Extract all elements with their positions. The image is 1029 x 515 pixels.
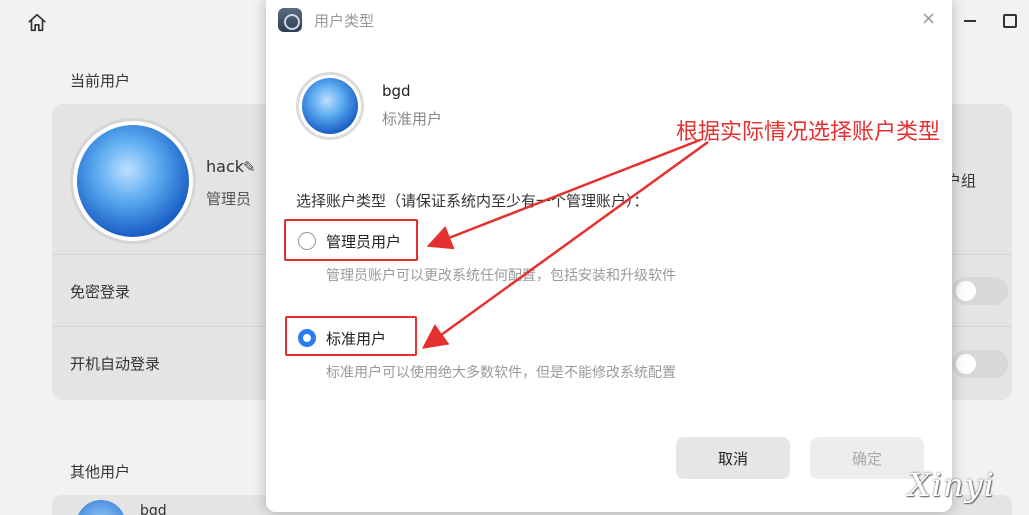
passwordless-login-label: 免密登录 bbox=[70, 283, 131, 301]
watermark: Xinyi bbox=[908, 466, 995, 504]
current-user-name: hack bbox=[206, 157, 245, 176]
current-user-avatar[interactable] bbox=[70, 118, 196, 244]
minimize-icon[interactable] bbox=[964, 20, 976, 22]
admin-user-radio[interactable] bbox=[298, 232, 316, 250]
passwordless-login-toggle[interactable] bbox=[952, 277, 1008, 305]
standard-user-description: 标准用户可以使用绝大多数软件，但是不能修改系统配置 bbox=[326, 365, 676, 381]
confirm-button[interactable]: 确定 bbox=[810, 437, 924, 479]
cancel-button[interactable]: 取消 bbox=[676, 437, 790, 479]
other-user-name: bgd bbox=[140, 503, 167, 515]
dialog-user-avatar bbox=[296, 72, 364, 140]
edit-name-icon[interactable]: ✎ bbox=[243, 158, 256, 176]
close-icon[interactable]: × bbox=[921, 8, 936, 29]
dialog-user-name: bgd bbox=[382, 82, 411, 100]
other-users-section-title: 其他用户 bbox=[70, 463, 131, 481]
admin-user-description: 管理员账户可以更改系统任何配置，包括安装和升级软件 bbox=[326, 268, 676, 284]
current-user-section-title: 当前用户 bbox=[70, 72, 131, 90]
home-icon[interactable] bbox=[26, 12, 48, 34]
dialog-title: 用户类型 bbox=[314, 12, 375, 30]
auto-login-label: 开机自动登录 bbox=[70, 355, 161, 373]
user-type-dialog: 用户类型 × bgd 标准用户 选择账户类型（请保证系统内至少有一个管理账户）：… bbox=[266, 0, 952, 512]
annotation-text: 根据实际情况选择账户类型 bbox=[676, 120, 941, 145]
auto-login-toggle[interactable] bbox=[952, 350, 1008, 378]
standard-user-label[interactable]: 标准用户 bbox=[326, 328, 386, 349]
standard-user-radio[interactable] bbox=[298, 329, 316, 347]
account-type-prompt: 选择账户类型（请保证系统内至少有一个管理账户）： bbox=[296, 192, 649, 210]
dialog-user-role: 标准用户 bbox=[382, 110, 443, 128]
admin-user-label[interactable]: 管理员用户 bbox=[326, 231, 401, 252]
settings-app-icon bbox=[278, 8, 302, 32]
maximize-icon[interactable] bbox=[1003, 14, 1017, 28]
current-user-role: 管理员 bbox=[206, 190, 252, 208]
